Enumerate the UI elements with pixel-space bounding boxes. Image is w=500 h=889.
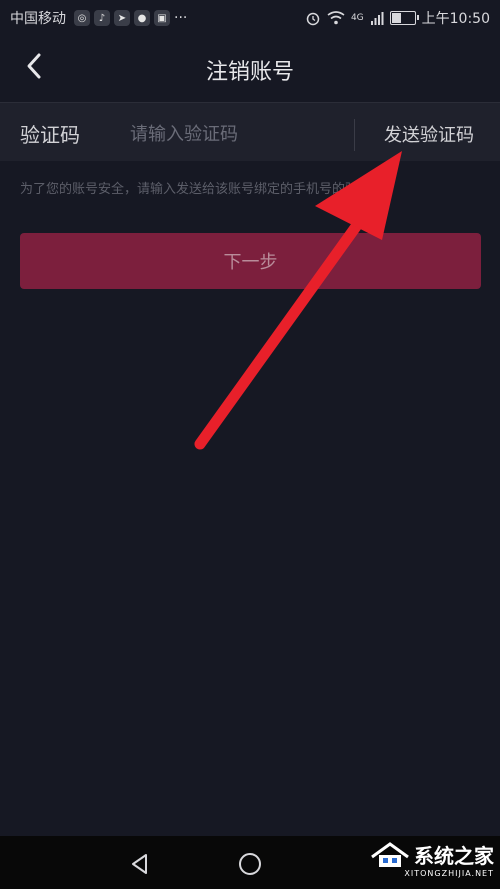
house-logo-icon xyxy=(371,841,409,867)
wechat-icon: ▣ xyxy=(154,10,170,26)
verification-code-label: 验证码 xyxy=(20,123,80,147)
watermark-text: 系统之家 xyxy=(414,844,494,868)
verification-code-row: 验证码 发送验证码 xyxy=(0,103,500,161)
more-notifications-icon: ··· xyxy=(174,10,188,26)
tiktok-icon: ♪ xyxy=(94,10,110,26)
network-type: 4G xyxy=(350,13,364,23)
send-code-button[interactable]: 发送验证码 xyxy=(384,121,474,147)
triangle-back-icon[interactable] xyxy=(126,850,154,878)
next-step-button[interactable]: 下一步 xyxy=(20,233,481,289)
telegram-icon: ➤ xyxy=(114,10,130,26)
battery-icon xyxy=(389,11,419,25)
watermark-url: XITONGZHIJIA.NET xyxy=(404,869,494,878)
status-bar: 中国移动 ◎ ♪ ➤ ● ▣ ··· 4G 上午10:50 xyxy=(0,0,500,34)
watermark-row: 系统之家 xyxy=(370,840,494,869)
verification-code-input[interactable] xyxy=(128,117,342,151)
status-right: 4G 上午10:50 xyxy=(305,8,490,28)
status-left: 中国移动 ◎ ♪ ➤ ● ▣ ··· xyxy=(10,8,187,28)
notification-app-icon: ◎ xyxy=(74,10,90,26)
status-time: 上午10:50 xyxy=(421,11,490,27)
input-divider xyxy=(354,119,355,151)
navigation-bar: 注销账号 xyxy=(0,34,500,103)
circle-home-icon[interactable] xyxy=(236,850,264,878)
watermark: 系统之家 XITONGZHIJIA.NET xyxy=(370,840,494,878)
page-title: 注销账号 xyxy=(205,60,294,85)
security-hint-text: 为了您的账号安全，请输入发送给该账号绑定的手机号的验证码。 xyxy=(20,182,398,197)
carrier-name: 中国移动 xyxy=(10,11,66,27)
message-icon: ● xyxy=(134,10,150,26)
signal-icon xyxy=(370,12,384,25)
wifi-icon xyxy=(327,11,345,25)
alarm-icon xyxy=(306,12,320,26)
